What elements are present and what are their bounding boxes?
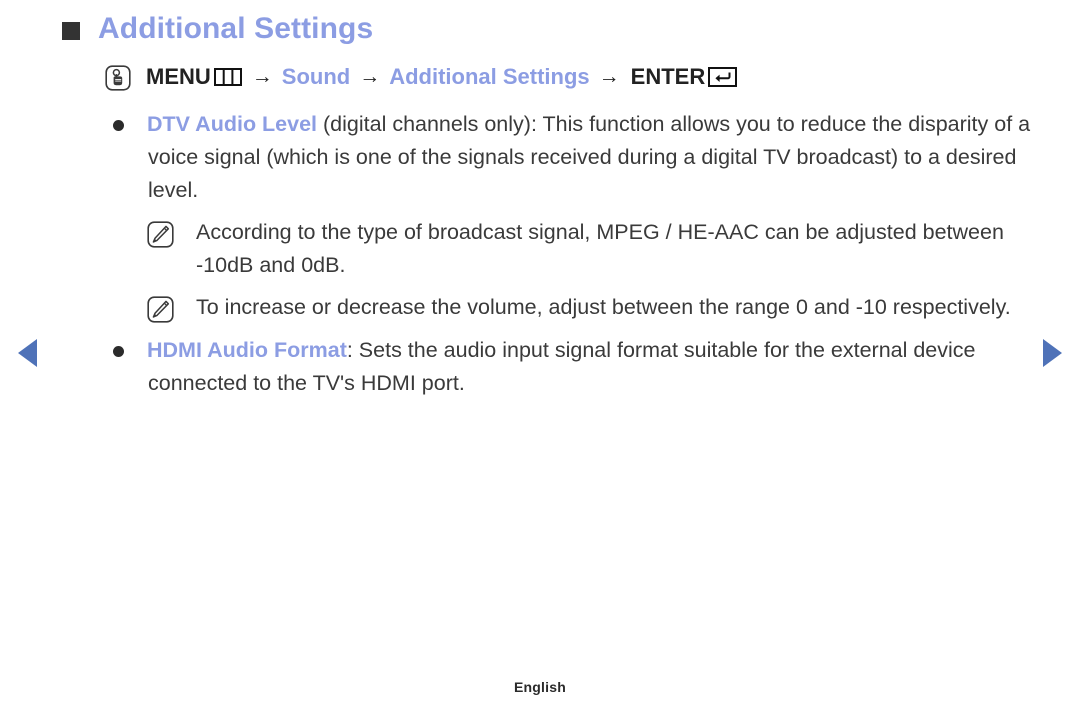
enter-button-label: ENTER	[630, 64, 706, 89]
hand-press-icon	[105, 65, 131, 91]
path-arrow-1: →	[251, 65, 273, 88]
note-row: To increase or decrease the volume, adju…	[0, 291, 1080, 324]
list-item-paragraph: HDMI Audio Format: Sets the audio input …	[147, 334, 1040, 400]
prev-page-arrow-icon[interactable]	[18, 339, 37, 367]
list-item-term: DTV Audio Level	[147, 112, 318, 136]
dot-bullet-icon	[113, 346, 124, 357]
list-item-term: HDMI Audio Format	[147, 338, 347, 362]
path-arrow-3: →	[598, 65, 620, 88]
page-heading: Additional Settings	[62, 12, 373, 46]
note-pencil-icon	[147, 296, 174, 323]
square-bullet-icon	[62, 22, 80, 40]
list-item-paragraph: DTV Audio Level (digital channels only):…	[147, 108, 1040, 207]
note-row: According to the type of broadcast signa…	[0, 216, 1080, 282]
manual-page: Additional Settings MENU → Sound → Addit…	[0, 0, 1080, 705]
note-text-before: To increase or decrease the volume, adju…	[196, 295, 1011, 319]
page-title: Additional Settings	[98, 12, 374, 45]
path-step-additional-settings[interactable]: Additional Settings	[389, 62, 589, 92]
enter-return-icon	[708, 67, 738, 87]
menu-button-label: MENU	[146, 64, 211, 89]
note-highlight-mpeg: MPEG	[596, 220, 660, 244]
note-text: According to the type of broadcast signa…	[196, 216, 1040, 282]
note-separator: /	[659, 220, 678, 244]
list-item: DTV Audio Level (digital channels only):…	[0, 108, 1080, 207]
note-pencil-icon	[147, 221, 174, 248]
path-step-sound[interactable]: Sound	[282, 62, 350, 92]
footer-language-label: English	[514, 679, 566, 695]
list-item: HDMI Audio Format: Sets the audio input …	[0, 334, 1080, 400]
menu-path-breadcrumb: MENU → Sound → Additional Settings → ENT…	[105, 62, 738, 92]
menu-bars-icon	[213, 68, 242, 86]
note-text-before: According to the type of broadcast signa…	[196, 220, 597, 244]
path-arrow-2: →	[359, 65, 381, 88]
next-page-arrow-icon[interactable]	[1043, 339, 1062, 367]
content-body: DTV Audio Level (digital channels only):…	[0, 108, 1080, 400]
note-text: To increase or decrease the volume, adju…	[196, 291, 1040, 324]
dot-bullet-icon	[113, 120, 124, 131]
note-highlight-heaac: HE-AAC	[677, 220, 759, 244]
